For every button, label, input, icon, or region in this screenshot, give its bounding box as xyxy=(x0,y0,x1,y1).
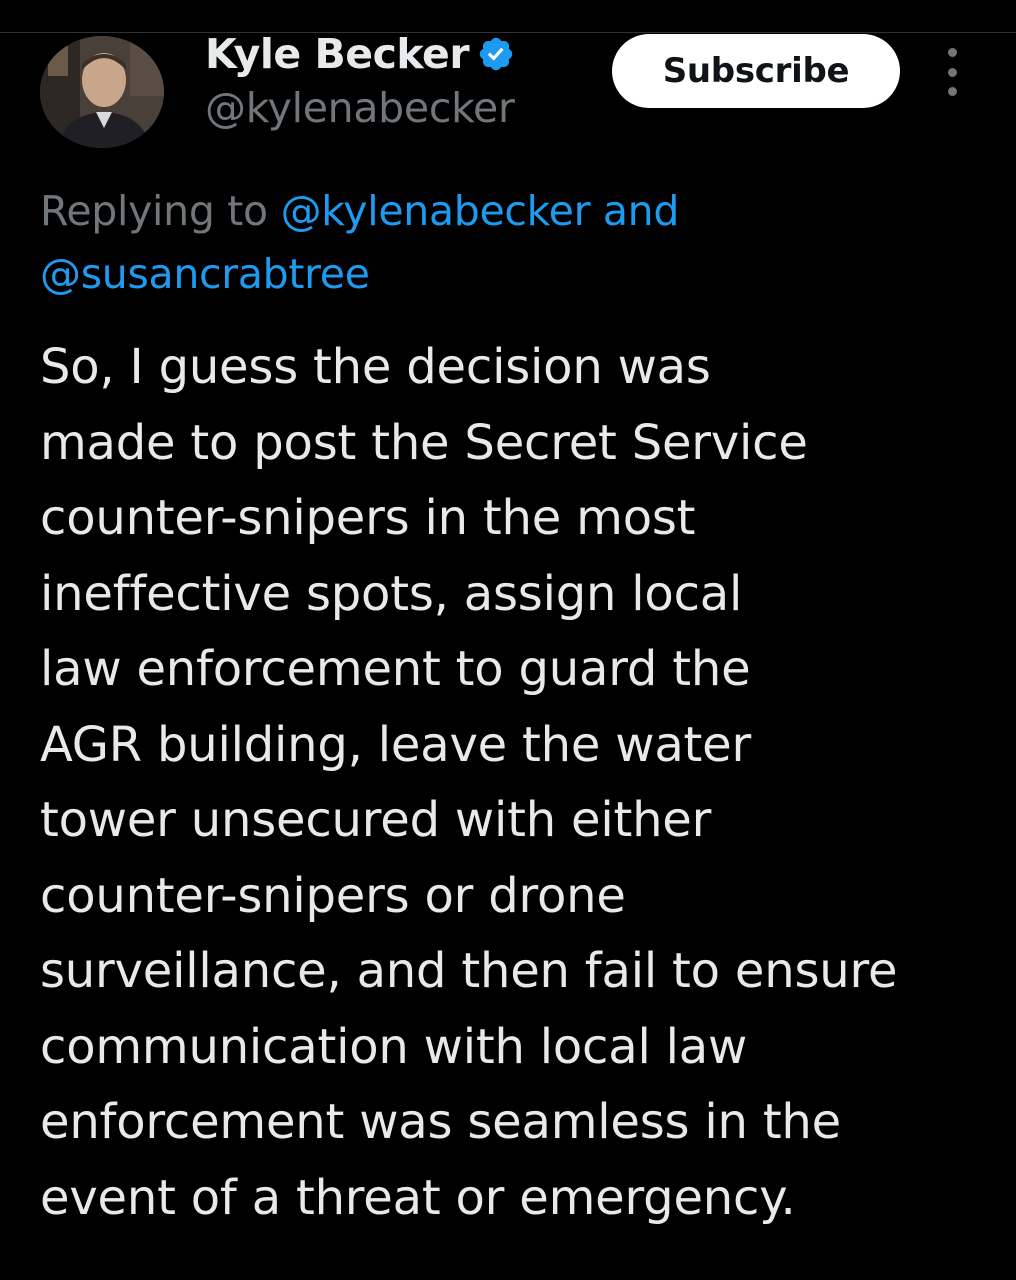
tweet-line: communication with local law xyxy=(40,1018,748,1075)
tweet-line: So, I guess the decision was xyxy=(40,339,711,395)
tweet-line: made to post the Secret Service xyxy=(40,414,808,471)
avatar[interactable] xyxy=(40,36,164,148)
author-name-row[interactable]: Kyle Becker xyxy=(205,30,515,78)
author-handle[interactable]: @kylenabecker xyxy=(205,84,515,132)
reply-conjunction[interactable]: and xyxy=(603,187,680,235)
tweet-line: tower unsecured with either xyxy=(40,792,712,848)
tweet-line: surveillance, and then fail to ensure xyxy=(40,943,898,999)
subscribe-button[interactable]: Subscribe xyxy=(612,34,900,108)
tweet-line: counter-snipers in the most xyxy=(40,490,696,546)
verified-badge-icon xyxy=(479,37,513,71)
more-dot xyxy=(947,87,957,96)
tweet-line: ineffective spots, assign local xyxy=(40,565,743,622)
author-display-name[interactable]: Kyle Becker xyxy=(205,30,470,78)
avatar-image xyxy=(40,36,164,148)
reply-context: Replying to @kylenabecker and @susancrabt… xyxy=(40,180,980,306)
tweet-line: enforcement was seamless in the xyxy=(40,1094,841,1150)
more-options-icon[interactable] xyxy=(936,48,968,96)
tweet-text: So, I guess the decision was made to pos… xyxy=(40,330,990,1236)
tweet-line: law enforcement to guard the xyxy=(40,641,751,697)
tweet-line: AGR building, leave the water xyxy=(40,716,752,773)
reply-mention-susancrabtree[interactable]: @susancrabtree xyxy=(40,250,370,298)
more-dot xyxy=(947,48,957,57)
tweet-line: event of a threat or emergency. xyxy=(40,1169,796,1226)
more-dot xyxy=(947,67,957,77)
reply-prefix: Replying to xyxy=(40,187,268,235)
reply-mention-kylenabecker[interactable]: @kylenabecker xyxy=(281,187,591,235)
tweet-line: counter-snipers or drone xyxy=(40,867,626,924)
